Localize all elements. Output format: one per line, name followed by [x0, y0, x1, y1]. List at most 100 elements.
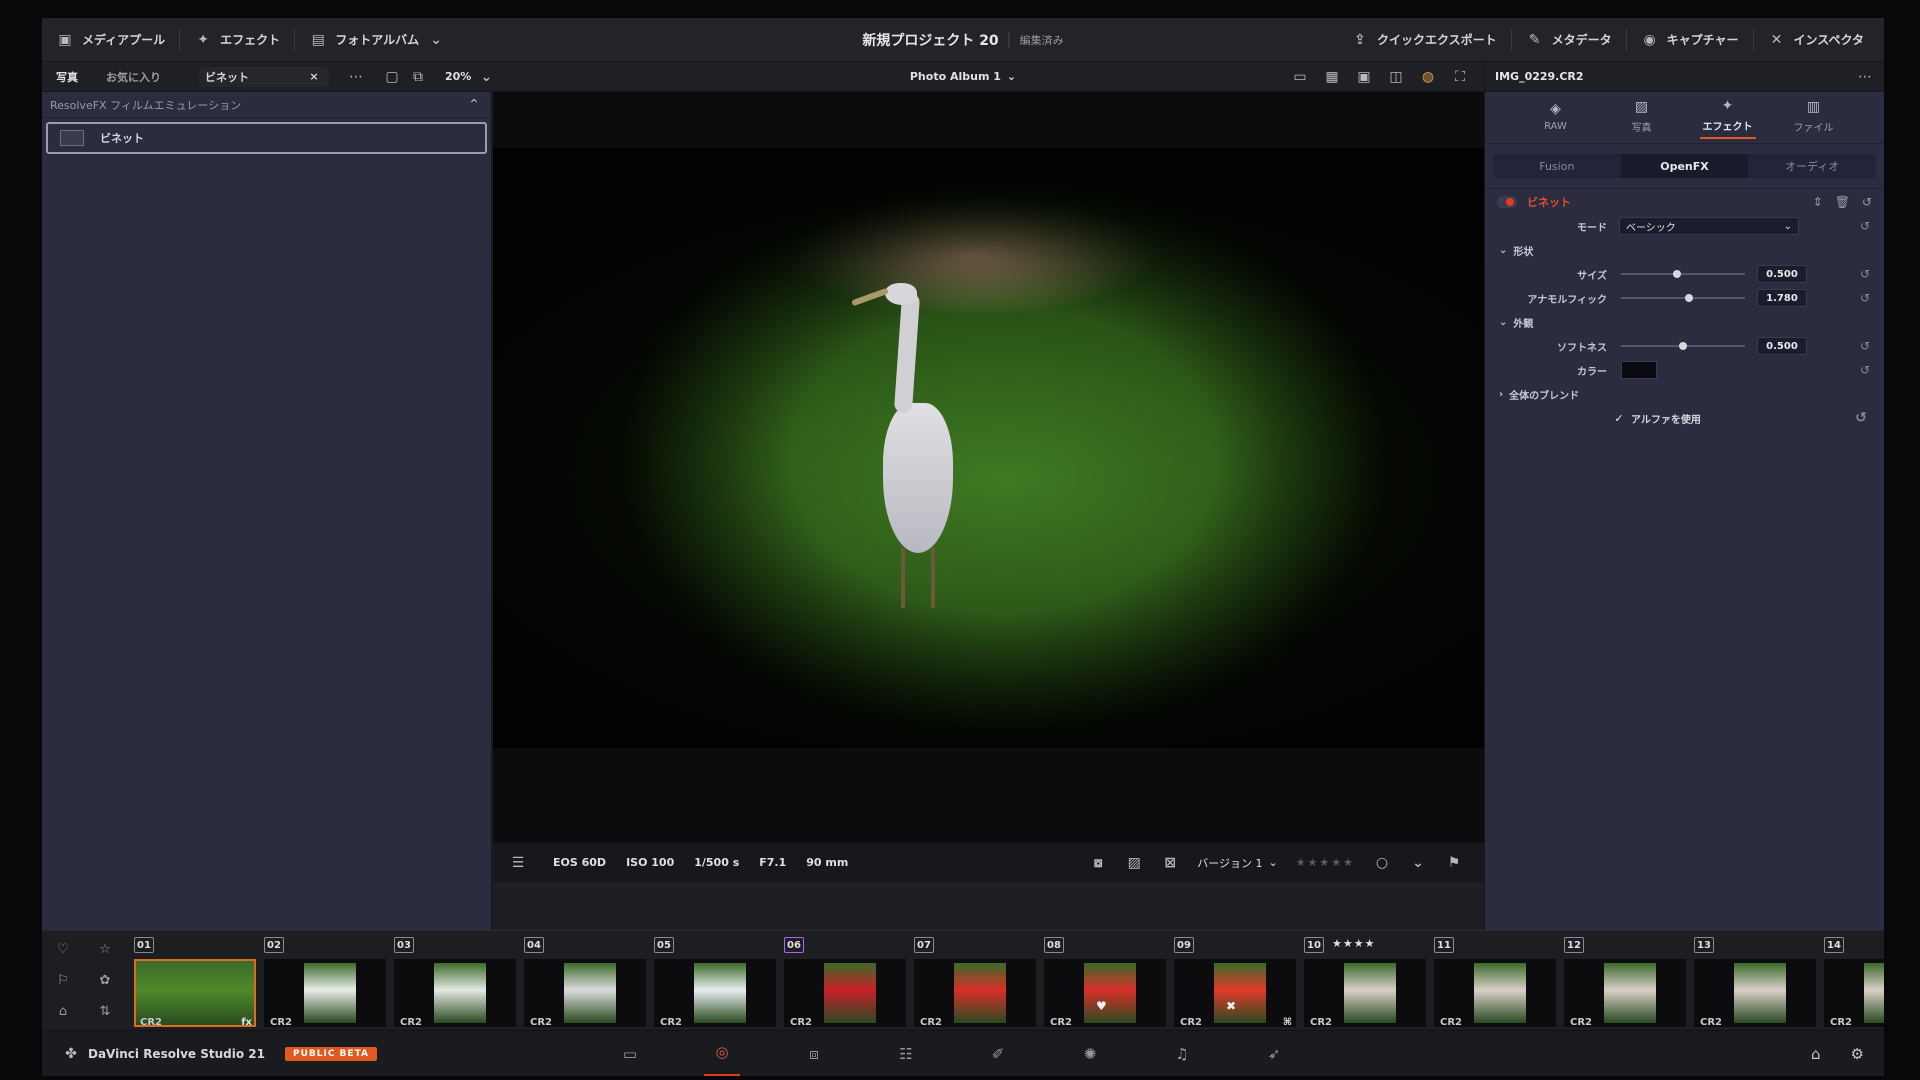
trash-icon[interactable]: 🗑 [1835, 195, 1850, 209]
star-rating[interactable]: ★★★★★ [1296, 856, 1355, 869]
slider-handle[interactable] [1679, 342, 1687, 350]
fairlight-page-icon[interactable]: ♫ [1164, 1031, 1200, 1077]
heron-photo[interactable] [493, 148, 1515, 748]
clip-07[interactable]: 07 CR2 [908, 931, 1038, 1030]
grid-view-icon[interactable]: ▦ [1323, 68, 1341, 86]
chevron-up-icon[interactable]: ⌃ [465, 96, 483, 114]
clip-06[interactable]: 06 CR2 [778, 931, 908, 1030]
search-input[interactable] [205, 70, 301, 83]
section-look[interactable]: ⌄ 外観 [1485, 310, 1884, 334]
image-icon[interactable]: ▨ [1125, 854, 1143, 872]
clip-12[interactable]: 12 CR2 [1558, 931, 1688, 1030]
use-alpha-checkbox[interactable]: ✓ [1613, 412, 1625, 425]
metadata-button[interactable]: ✎ メタデータ [1512, 18, 1626, 61]
quick-export-button[interactable]: ⇪ クイックエクスポート [1337, 18, 1511, 61]
tab-raw[interactable]: ◈ RAW [1528, 100, 1584, 136]
tab-favorites[interactable]: お気に入り [92, 62, 175, 91]
effect-toggle[interactable] [1497, 195, 1517, 208]
chevron-down-icon[interactable]: ⌄ [1409, 854, 1427, 872]
reorder-icon[interactable]: ⇕ [1813, 195, 1823, 209]
tag-icon[interactable]: ⌂ [59, 1004, 67, 1019]
reset-icon[interactable]: ↺ [1862, 195, 1872, 209]
size-slider[interactable] [1621, 270, 1745, 278]
effects-category-header[interactable]: ResolveFX フィルムエミュレーション ⌃ [42, 92, 491, 118]
album-select[interactable]: Photo Album 1 ⌄ [910, 70, 1016, 83]
reset-icon[interactable]: ↺ [1860, 267, 1870, 281]
capture-button[interactable]: ◉ キャプチャー [1627, 18, 1753, 61]
fusion-page-icon[interactable]: ✐ [980, 1031, 1016, 1077]
section-shape[interactable]: ⌄ 形状 [1485, 238, 1884, 262]
seg-openfx[interactable]: OpenFX [1620, 154, 1749, 178]
clip-03[interactable]: 03 CR2 [388, 931, 518, 1030]
reset-icon[interactable]: ↺ [1860, 339, 1870, 353]
tab-photo[interactable]: ▨ 写真 [1614, 98, 1670, 138]
heart-icon[interactable]: ♡ [57, 942, 69, 957]
color-swatch[interactable] [1621, 361, 1657, 379]
bookmark-icon[interactable]: ⚐ [57, 973, 69, 988]
adjustments-icon[interactable]: ☰ [509, 854, 527, 872]
size-value[interactable]: 0.500 [1757, 265, 1807, 283]
slider-handle[interactable] [1685, 294, 1694, 302]
clip-04[interactable]: 04 CR2 [518, 931, 648, 1030]
seg-fusion[interactable]: Fusion [1493, 154, 1621, 178]
deliver-page-icon[interactable]: ➶ [1256, 1031, 1292, 1077]
compare-view-icon[interactable]: ⧉ [409, 68, 427, 86]
anamorphic-value[interactable]: 1.780 [1757, 289, 1807, 307]
list-view-icon[interactable]: ▭ [1291, 68, 1309, 86]
anamorphic-slider[interactable] [1621, 294, 1745, 302]
frame-icon[interactable]: ▣ [1355, 68, 1373, 86]
single-view-icon[interactable]: ▢ [383, 68, 401, 86]
cut-page-icon[interactable]: ⧈ [796, 1031, 832, 1077]
effect-item-vignette[interactable]: ビネット [46, 122, 487, 154]
reset-icon[interactable]: ↺ [1852, 409, 1870, 427]
clip-05[interactable]: 05 CR2 [648, 931, 778, 1030]
gear-icon[interactable]: ⚙ [1851, 1045, 1864, 1063]
tab-photos[interactable]: 写真 [42, 62, 92, 91]
seg-audio[interactable]: オーディオ [1748, 154, 1876, 178]
media-page-icon[interactable]: ▭ [612, 1031, 648, 1077]
favorite-image-icon[interactable]: ⧇ [1089, 854, 1107, 872]
color-label-icon[interactable]: ○ [1373, 854, 1391, 872]
color-page-icon[interactable]: ✺ [1072, 1031, 1108, 1077]
reject-image-icon[interactable]: ⊠ [1161, 854, 1179, 872]
reset-icon[interactable]: ↺ [1860, 219, 1870, 233]
photo-album-button[interactable]: ▤ フォトアルバム ⌄ [295, 18, 459, 61]
mode-select[interactable]: ベーシック ⌄ [1619, 217, 1799, 235]
home-icon[interactable]: ⌂ [1811, 1045, 1821, 1063]
photo-viewer[interactable]: ☰ EOS 60D ISO 100 1/500 s F7.1 90 mm ⧇ ▨… [493, 92, 1515, 882]
badge-icon[interactable]: ✿ [100, 973, 111, 988]
more-options-icon[interactable]: ⋯ [1856, 68, 1874, 86]
version-select[interactable]: バージョン 1 ⌄ [1197, 855, 1278, 871]
section-blend[interactable]: › 全体のブレンド [1485, 382, 1884, 406]
zoom-select[interactable]: 20% ⌄ [445, 68, 495, 86]
clip-08[interactable]: 08 ♥ CR2 [1038, 931, 1168, 1030]
clip-14[interactable]: 14 CR2 [1818, 931, 1884, 1030]
media-pool-button[interactable]: ▣ メディアプール [42, 18, 179, 61]
bookmark-icon[interactable]: ⚑ [1445, 854, 1463, 872]
clip-02[interactable]: 02 CR2 [258, 931, 388, 1030]
layout-icon[interactable]: ◫ [1387, 68, 1405, 86]
softness-value[interactable]: 0.500 [1757, 337, 1807, 355]
edit-page-icon[interactable]: ☷ [888, 1031, 924, 1077]
clip-01[interactable]: 01 CR2 fx [128, 931, 258, 1030]
star-icon[interactable]: ☆ [99, 942, 111, 957]
tab-file[interactable]: ▥ ファイル [1786, 98, 1842, 138]
reset-icon[interactable]: ↺ [1860, 363, 1870, 377]
clip-13[interactable]: 13 CR2 [1688, 931, 1818, 1030]
reset-icon[interactable]: ↺ [1860, 291, 1870, 305]
softness-slider[interactable] [1621, 342, 1745, 350]
fullscreen-icon[interactable]: ⛶ [1451, 68, 1469, 86]
photo-page-icon[interactable]: ◎ [704, 1031, 740, 1076]
inspector-button[interactable]: ✕ インスペクタ [1754, 18, 1878, 61]
more-options-icon[interactable]: ⋯ [347, 68, 365, 86]
color-wheel-icon[interactable]: ◍ [1419, 68, 1437, 86]
effects-button[interactable]: ✦ エフェクト [180, 18, 294, 61]
clip-number: 10 [1304, 937, 1324, 953]
clip-09[interactable]: 09 ✖ CR2 ⌘ [1168, 931, 1298, 1030]
clip-11[interactable]: 11 CR2 [1428, 931, 1558, 1030]
close-icon[interactable]: × [305, 68, 323, 86]
tab-effects[interactable]: ✦ エフェクト [1699, 97, 1756, 139]
sort-icon[interactable]: ⇅ [100, 1004, 111, 1019]
slider-handle[interactable] [1672, 270, 1681, 278]
clip-10[interactable]: 10 ★★★★ CR2 [1298, 931, 1428, 1030]
